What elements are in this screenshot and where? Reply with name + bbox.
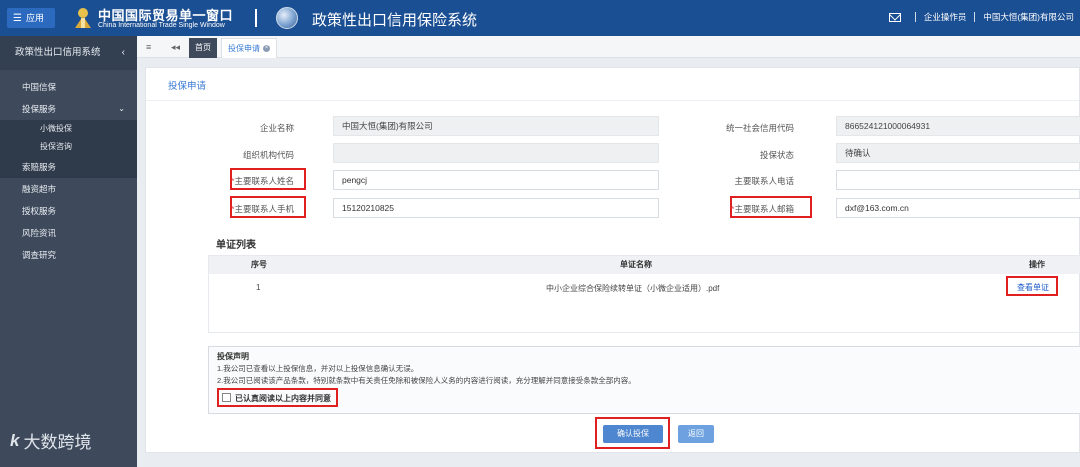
view-document-link[interactable]: 查看单证 [1017, 282, 1049, 293]
main-panel: 投保申请 企业名称 中国大恒(集团)有限公司 统一社会信用代码 86652412… [145, 67, 1080, 453]
document-list-title: 单证列表 [216, 240, 256, 251]
status-field: 待确认 [836, 143, 1080, 163]
header-divider [255, 9, 257, 27]
back-button[interactable]: 返回 [678, 425, 714, 443]
confirm-insurance-button[interactable]: 确认投保 [603, 425, 663, 443]
page-title: 投保申请 [168, 81, 207, 92]
system-title: 政策性出口信用保险系统 [312, 12, 478, 29]
sidebar-item-insurance-service[interactable]: 投保服务 ⌄ [0, 98, 137, 120]
column-header-name: 单证名称 [620, 260, 652, 269]
declaration-line-2: 2.我公司已阅读该产品条款，特别就条款中有关责任免除和被保险人义务的内容进行阅读… [217, 376, 636, 385]
hamburger-icon[interactable]: ≡ [146, 36, 151, 58]
tab-home[interactable]: 首页 [189, 38, 217, 58]
divider [974, 12, 976, 22]
row-document-name: 中小企业综合保险续转单证（小微企业适用）.pdf [546, 284, 720, 293]
user-role: 企业操作员 [923, 12, 967, 22]
sidebar: 政策性出口信用系统 ‹ 中国信保 投保服务 ⌄ 小微投保 投保咨询 索赔服务 融… [0, 36, 137, 467]
contact-mobile-input[interactable]: 15120210825 [333, 198, 659, 218]
column-header-index: 序号 [251, 260, 267, 269]
table-header: 序号 单证名称 操作 [209, 256, 1080, 274]
top-bar: ☰ 应用 中国国际贸易单一窗口 China International Trade… [0, 0, 1080, 36]
sidebar-item-authorization[interactable]: 授权服务 [0, 200, 137, 222]
contact-phone-label: 主要联系人电话 [734, 176, 794, 186]
agree-label[interactable]: 已认真阅读以上内容并同意 [235, 393, 331, 404]
globe-icon [276, 7, 298, 29]
company-name[interactable]: 中国大恒(集团)有限公司 [983, 11, 1074, 23]
agree-checkbox[interactable] [222, 393, 231, 402]
contact-name-input[interactable]: pengcj [333, 170, 659, 190]
menu-icon: ☰ [13, 13, 22, 24]
contact-phone-input[interactable] [836, 170, 1080, 190]
sidebar-item-financing[interactable]: 融资超市 [0, 178, 137, 200]
watermark-text: 大数跨境 [23, 433, 92, 452]
company-name-field: 中国大恒(集团)有限公司 [333, 116, 659, 136]
logo-subtitle: China International Trade Single Window [98, 22, 225, 29]
watermark: k 大数跨境 [10, 428, 91, 453]
divider [914, 12, 916, 22]
declaration-box: 投保声明 1.我公司已查看以上投保信息，并对以上投保信息确认无误。 2.我公司已… [208, 346, 1080, 414]
watermark-logo: k [10, 430, 20, 450]
contact-email-label: *主要联系人邮箱 [731, 204, 794, 214]
declaration-title: 投保声明 [217, 352, 249, 361]
company-name-label: 企业名称 [259, 123, 294, 133]
document-table: 序号 单证名称 操作 1 中小企业综合保险续转单证（小微企业适用）.pdf 查看… [208, 255, 1080, 333]
column-header-action: 操作 [1029, 260, 1045, 269]
sidebar-item-claims[interactable]: 索赔服务 [0, 156, 137, 178]
row-index: 1 [256, 283, 261, 292]
close-icon[interactable]: × [263, 45, 270, 53]
app-menu-button[interactable]: ☰ 应用 [7, 8, 55, 28]
contact-mobile-label: *主要联系人手机 [231, 204, 294, 214]
tab-bar: ≡ ◂◂ 首页 投保申请 × [137, 36, 1080, 58]
credit-code-label: 统一社会信用代码 [725, 123, 794, 133]
mail-icon[interactable] [888, 12, 901, 22]
sidebar-item-risk-info[interactable]: 风险资讯 [0, 222, 137, 244]
divider [146, 100, 1079, 101]
org-code-field [333, 143, 659, 163]
collapse-chevron-icon[interactable]: ‹ [122, 36, 125, 70]
org-code-label: 组织机构代码 [242, 150, 294, 160]
sidebar-title: 政策性出口信用系统 ‹ [0, 36, 137, 70]
status-label: 投保状态 [759, 150, 794, 160]
single-window-logo-icon [75, 8, 91, 28]
contact-email-input[interactable]: dxf@163.com.cn [836, 198, 1080, 218]
credit-code-field: 866524121000064931 [836, 116, 1080, 136]
sidebar-item-research[interactable]: 调查研究 [0, 244, 137, 266]
sidebar-subitem-insurance-consult[interactable]: 投保咨询 [0, 138, 137, 156]
tab-insurance-apply[interactable]: 投保申请 × [221, 38, 277, 58]
sidebar-item-sinosure[interactable]: 中国信保 [0, 76, 137, 98]
declaration-line-1: 1.我公司已查看以上投保信息，并对以上投保信息确认无误。 [217, 364, 419, 373]
chevron-down-icon: ⌄ [118, 104, 125, 113]
sidebar-subitem-micro-insurance[interactable]: 小微投保 [0, 120, 137, 138]
rewind-icon[interactable]: ◂◂ [171, 36, 180, 58]
user-info: 企业操作员 中国大恒(集团)有限公司 [888, 11, 1074, 23]
contact-name-label: *主要联系人姓名 [231, 176, 294, 186]
